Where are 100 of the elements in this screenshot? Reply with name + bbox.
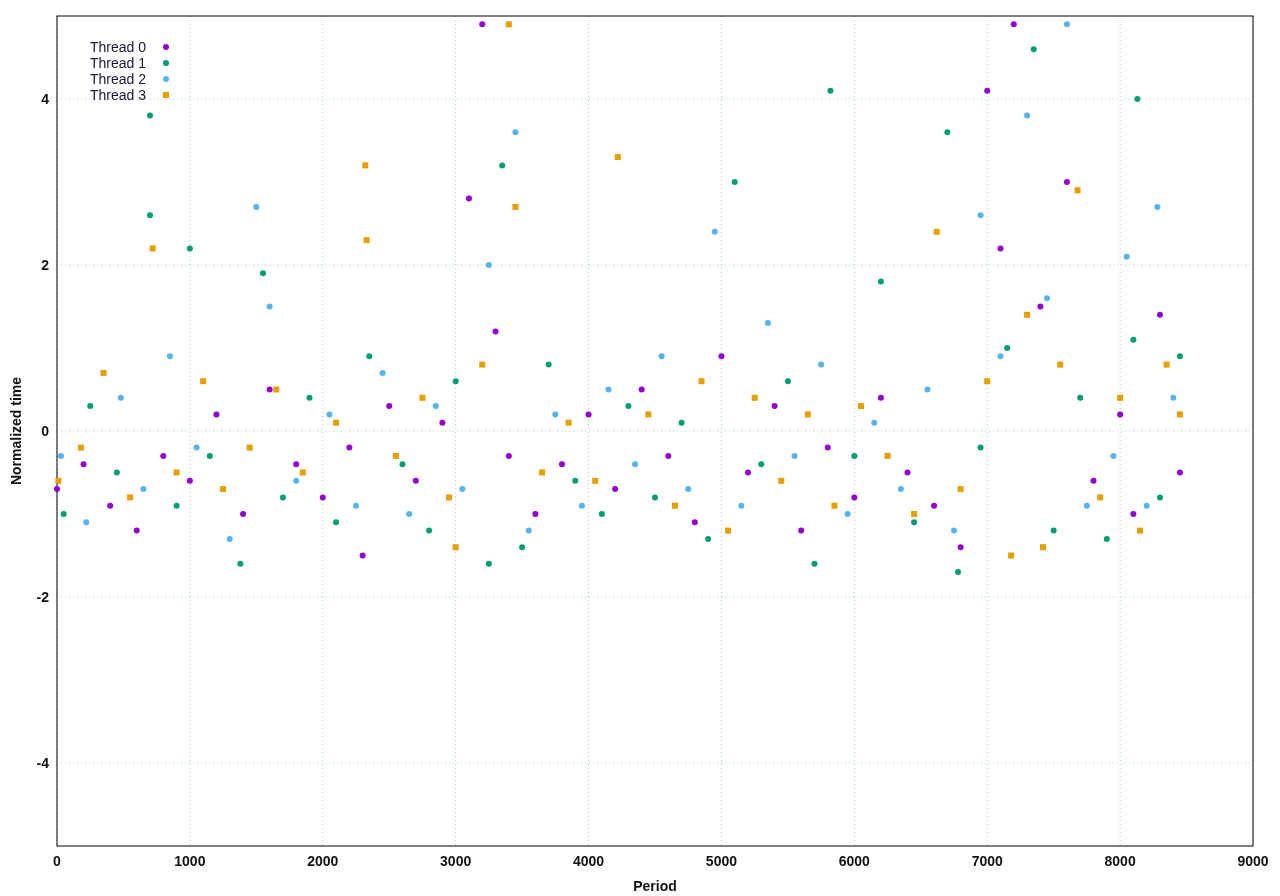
y-tick-label: -2 (36, 589, 49, 605)
data-point (705, 535, 712, 542)
data-point (1030, 46, 1037, 53)
data-point (406, 511, 413, 517)
data-point (479, 21, 486, 28)
data-point (1063, 179, 1070, 185)
data-point (186, 477, 193, 484)
data-point (452, 544, 459, 551)
data-point (791, 452, 798, 459)
x-tick-label: 7000 (971, 853, 1003, 869)
x-tick-label: 6000 (838, 853, 870, 869)
data-point (1123, 253, 1130, 260)
data-point (366, 353, 373, 360)
data-point (751, 394, 758, 401)
data-point (877, 394, 884, 401)
data-point (977, 212, 984, 219)
data-point (924, 386, 931, 393)
data-point (386, 403, 393, 410)
data-point (1117, 411, 1124, 418)
data-point (858, 403, 864, 410)
data-point (333, 519, 340, 526)
data-point (213, 411, 220, 418)
data-point (87, 403, 94, 410)
data-point (459, 486, 466, 493)
data-point (559, 461, 565, 468)
data-point (117, 394, 124, 401)
data-point (1103, 535, 1110, 542)
data-point (977, 444, 984, 451)
data-point (545, 361, 552, 368)
data-point (412, 477, 419, 484)
data-point (745, 469, 751, 476)
data-point (984, 87, 991, 94)
data-point (764, 320, 771, 327)
data-point (266, 303, 273, 310)
data-point (55, 477, 62, 484)
data-point (206, 452, 213, 459)
data-point (512, 129, 519, 136)
data-point (1170, 394, 1177, 401)
data-point (784, 378, 791, 385)
data-point (1074, 187, 1081, 194)
x-tick-label: 1000 (174, 853, 206, 869)
x-tick-label: 2000 (307, 853, 339, 869)
data-point (485, 560, 492, 567)
data-point (54, 486, 60, 493)
data-point (725, 527, 732, 534)
data-point (997, 353, 1004, 360)
data-point (1077, 394, 1084, 401)
y-tick-label: -4 (36, 755, 49, 771)
data-point (718, 353, 725, 360)
data-point (1163, 361, 1170, 368)
x-tick-label: 4000 (573, 853, 605, 869)
data-point (1008, 552, 1015, 559)
data-point (519, 544, 526, 551)
data-point (804, 411, 811, 418)
data-point (997, 245, 1004, 252)
data-point (499, 162, 506, 169)
data-point (592, 477, 599, 484)
y-tick-label: 0 (41, 423, 49, 439)
data-point (77, 444, 84, 451)
data-point (505, 452, 512, 459)
data-point (173, 502, 180, 509)
data-point (452, 378, 459, 385)
data-point (532, 511, 539, 517)
data-point (359, 552, 366, 559)
data-point (738, 502, 745, 509)
data-point (897, 486, 904, 493)
y-tick-label: 4 (41, 91, 49, 107)
data-point (1097, 494, 1104, 501)
data-point (711, 228, 718, 235)
data-point (186, 245, 193, 252)
data-point (237, 560, 244, 567)
data-point (446, 494, 452, 501)
data-point (1010, 21, 1017, 28)
data-point (605, 386, 612, 393)
y-tick-label: 2 (41, 257, 49, 273)
data-point (851, 452, 858, 459)
data-point (485, 262, 492, 268)
x-tick-label: 5000 (705, 853, 737, 869)
data-point (1050, 527, 1057, 534)
data-point (279, 494, 286, 501)
data-point (778, 477, 785, 484)
data-point (652, 494, 658, 501)
data-point (691, 519, 698, 526)
data-point (1134, 96, 1141, 102)
data-point (439, 419, 446, 426)
data-point (1157, 494, 1163, 501)
data-point (160, 452, 167, 459)
data-point (147, 112, 153, 119)
data-point (957, 544, 964, 551)
data-point (80, 461, 87, 468)
data-point (140, 486, 147, 493)
data-point (614, 154, 621, 161)
data-point (645, 411, 652, 418)
data-point (1154, 203, 1161, 210)
data-point (658, 353, 665, 360)
data-point (253, 203, 260, 210)
data-point (824, 444, 831, 451)
data-point (1176, 411, 1183, 418)
data-point (871, 419, 878, 426)
data-point (147, 212, 153, 219)
